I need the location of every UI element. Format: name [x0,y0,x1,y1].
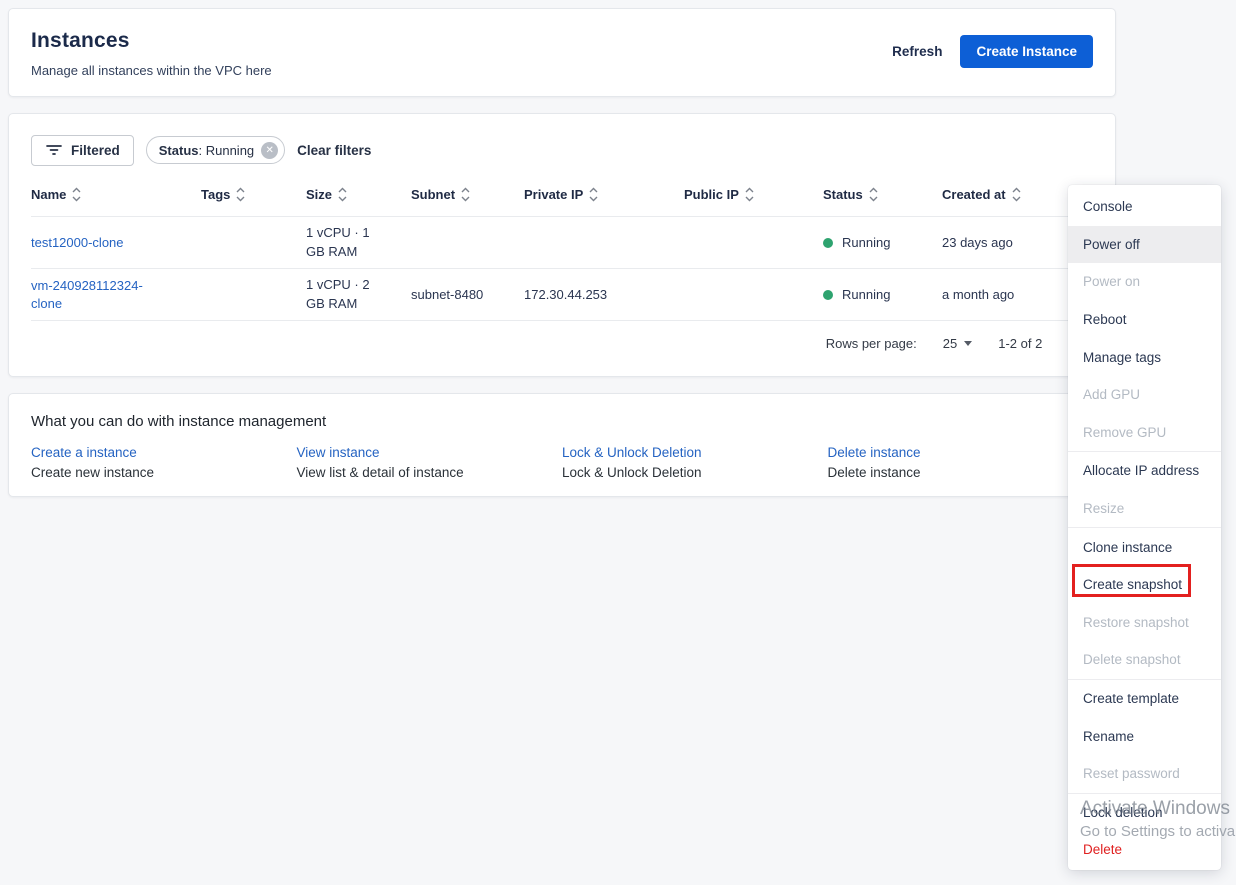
table-header-row: Name Tags Size Subnet Private IP Public … [31,173,1093,217]
menu-item-manage-tags[interactable]: Manage tags [1068,338,1221,376]
sort-icon[interactable] [236,187,245,202]
column-header-size[interactable]: Size [306,187,411,202]
menu-item-reset-password: Reset password [1083,766,1180,782]
delete-instance-link[interactable]: Delete instance [828,445,1094,460]
table-row[interactable]: vm-240928112324-clone 1 vCPU · 2 GB RAM … [31,269,1093,321]
menu-group-delete: Lock deletion Delete [1068,792,1221,869]
cell-size: 1 vCPU · 2 GB RAM [306,277,370,311]
view-instance-link[interactable]: View instance [297,445,563,460]
cell-private-ip: 172.30.44.253 [524,287,608,302]
cell-size: 1 vCPU · 1 GB RAM [306,225,370,259]
menu-item-create-snapshot[interactable]: Create snapshot [1068,566,1221,604]
menu-item-restore-snapshot: Restore snapshot [1083,614,1189,630]
menu-group-template: Create template Rename Reset password [1068,678,1221,793]
table-row[interactable]: test12000-clone 1 vCPU · 1 GB RAM Runnin… [31,217,1093,269]
rows-per-page-label: Rows per page: [825,335,917,351]
menu-item-console[interactable]: Console [1068,188,1221,226]
lock-unlock-deletion-link[interactable]: Lock & Unlock Deletion [562,445,828,460]
info-column-lock: Lock & Unlock Deletion Lock & Unlock Del… [562,445,828,480]
status-badge: Running [842,235,891,250]
info-link-desc: View list & detail of instance [296,465,464,480]
sort-icon[interactable] [745,187,754,202]
column-header-public-ip[interactable]: Public IP [684,187,823,202]
menu-group-network: Allocate IP address Resize [1068,451,1221,527]
pagination-bar: Rows per page: 25 1-2 of 2 ‹ [31,321,1093,365]
menu-item-create-template[interactable]: Create template [1068,680,1221,718]
menu-item-remove-gpu: Remove GPU [1083,424,1167,440]
info-link-desc: Lock & Unlock Deletion [562,465,702,480]
column-header-subnet[interactable]: Subnet [411,187,524,202]
filtered-label: Filtered [71,142,120,158]
status-running-icon [823,289,833,300]
filtered-button[interactable]: Filtered [31,134,134,166]
info-column-delete: Delete instance Delete instance [828,445,1094,480]
sort-icon[interactable] [869,187,878,202]
pagination-range: 1-2 of 2 [998,335,1043,351]
instances-table-card: Filtered Status: Running ✕ Clear filters… [8,113,1116,377]
menu-item-delete-snapshot: Delete snapshot [1083,652,1181,668]
instance-actions-menu: Console Power off Power on Reboot Manage… [1068,185,1221,870]
menu-group-power: Console Power off Power on Reboot Manage… [1068,188,1221,451]
page-header-card: Instances Manage all instances within th… [8,8,1116,97]
menu-item-power-off[interactable]: Power off [1068,225,1221,264]
info-links: Create a instance Create new instance Vi… [31,445,1093,480]
sort-icon[interactable] [461,187,470,202]
menu-item-resize: Resize [1083,501,1125,517]
menu-item-power-on: Power on [1083,274,1141,290]
menu-group-snapshot: Clone instance Create snapshot Restore s… [1068,527,1221,678]
clear-filters-button[interactable]: Clear filters [297,143,371,158]
menu-item-delete[interactable]: Delete [1068,831,1221,869]
header-actions: Refresh Create Instance [892,35,1093,68]
chevron-down-icon [964,340,973,346]
menu-item-clone-instance[interactable]: Clone instance [1068,528,1221,566]
info-column-view: View instance View list & detail of inst… [297,445,563,480]
column-header-tags[interactable]: Tags [201,187,306,202]
create-instance-button[interactable]: Create Instance [960,35,1093,68]
remove-filter-icon[interactable]: ✕ [261,141,279,159]
column-header-name[interactable]: Name [31,187,201,202]
menu-item-add-gpu: Add GPU [1083,387,1141,403]
refresh-button[interactable]: Refresh [892,44,942,59]
info-link-desc: Delete instance [827,465,921,480]
info-card: What you can do with instance management… [8,393,1116,497]
status-badge: Running [842,287,891,302]
menu-item-reboot[interactable]: Reboot [1068,301,1221,339]
sort-icon[interactable] [72,187,81,202]
filter-bar: Filtered Status: Running ✕ Clear filters [31,134,1093,166]
info-heading: What you can do with instance management [31,413,327,430]
column-header-private-ip[interactable]: Private IP [524,187,684,202]
cell-subnet: subnet-8480 [411,287,484,302]
sort-icon[interactable] [589,187,598,202]
cell-status: Running [823,287,942,302]
instance-name-link[interactable]: vm-240928112324-clone [31,277,159,312]
status-filter-chip[interactable]: Status: Running ✕ [145,136,286,164]
menu-item-lock-deletion[interactable]: Lock deletion [1068,794,1221,832]
menu-item-rename[interactable]: Rename [1068,717,1221,755]
info-column-create: Create a instance Create new instance [31,445,297,480]
filter-icon [45,141,63,160]
menu-item-allocate-ip[interactable]: Allocate IP address [1068,452,1221,490]
info-link-desc: Create new instance [31,465,155,480]
instance-name-link[interactable]: test12000-clone [31,234,124,252]
column-header-status[interactable]: Status [823,187,942,202]
create-instance-link[interactable]: Create a instance [31,445,297,460]
sort-icon[interactable] [338,187,347,202]
rows-per-page-select[interactable]: 25 [943,336,973,351]
cell-status: Running [823,235,942,250]
status-running-icon [823,237,833,248]
chip-label: Status: Running [158,142,255,158]
sort-icon[interactable] [1012,187,1021,202]
